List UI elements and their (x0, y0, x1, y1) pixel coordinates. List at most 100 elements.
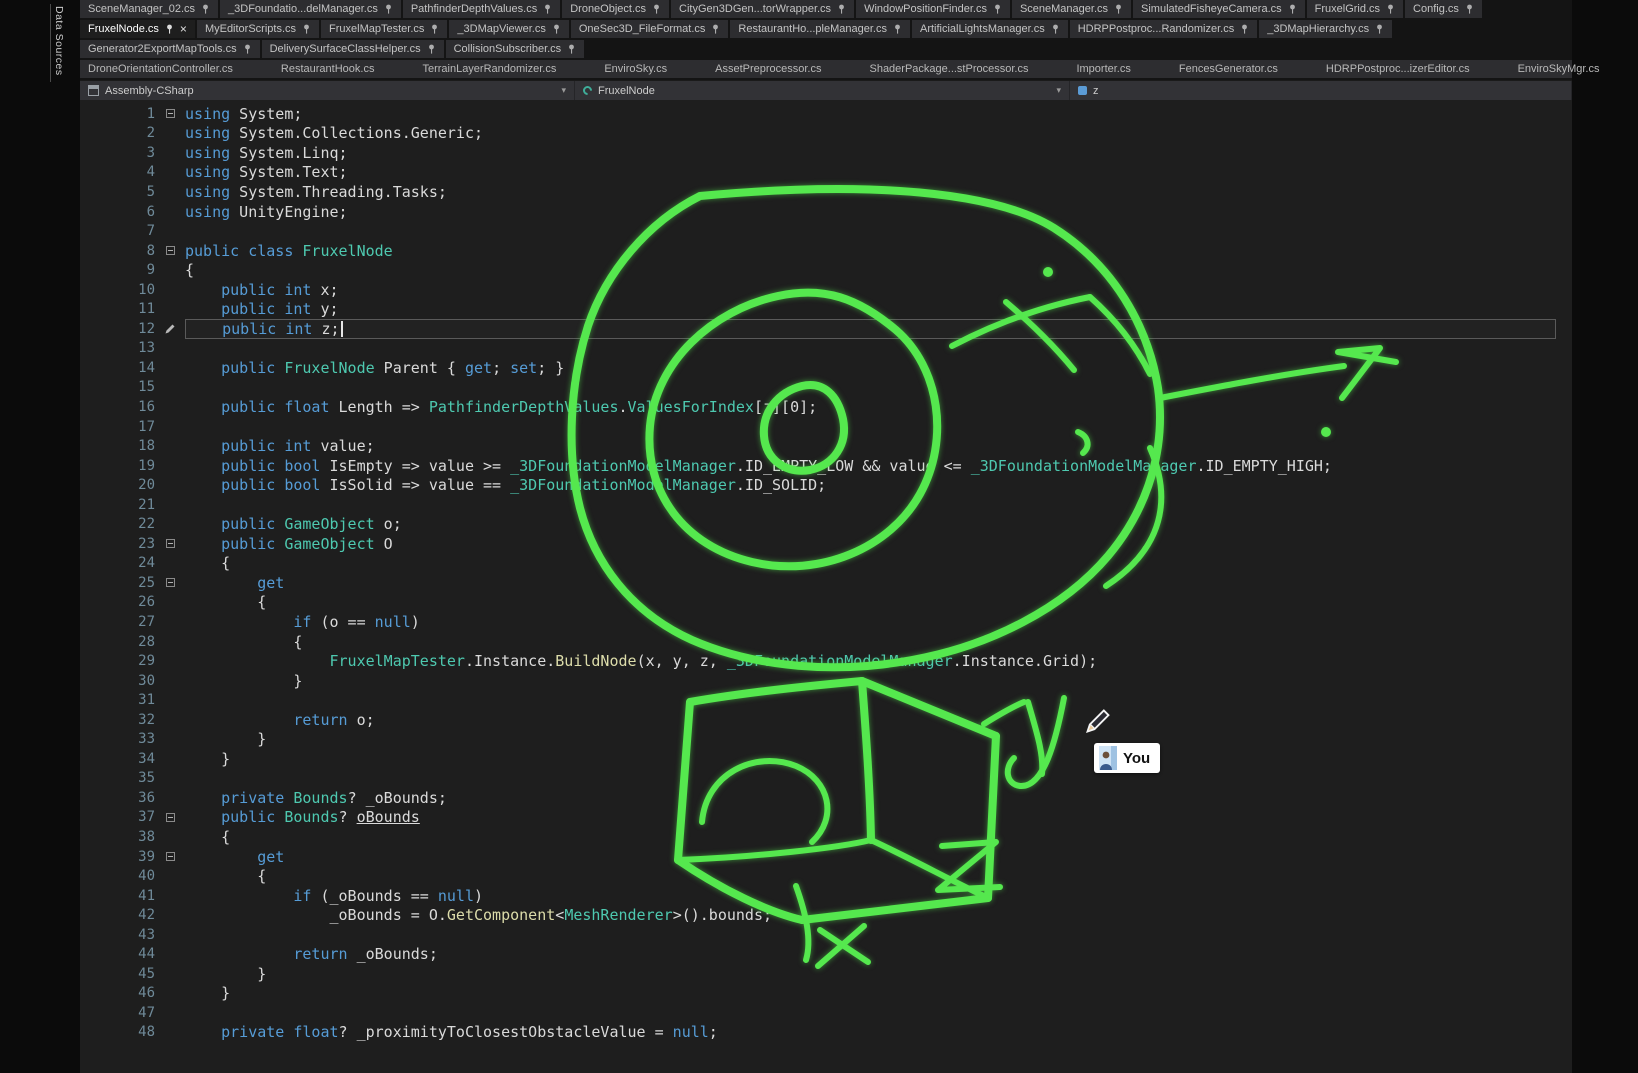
code-line[interactable]: 1using System; (80, 104, 1572, 124)
editor-tab[interactable]: Generator2ExportMapTools.cs (80, 40, 260, 58)
code-line[interactable]: 25 get (80, 573, 1572, 593)
code-line[interactable]: 35 (80, 769, 1572, 789)
fold-collapse-icon[interactable] (155, 852, 185, 861)
pin-icon (837, 4, 846, 15)
code-line[interactable]: 32 return o; (80, 710, 1572, 730)
code-line[interactable]: 23 public GameObject O (80, 534, 1572, 554)
code-line[interactable]: 28 { (80, 632, 1572, 652)
code-line[interactable]: 40 { (80, 866, 1572, 886)
editor-tab[interactable]: EnviroSky.cs (602, 60, 669, 78)
code-line[interactable]: 31 (80, 690, 1572, 710)
code-line[interactable]: 5using System.Threading.Tasks; (80, 182, 1572, 202)
editor-tab[interactable]: PathfinderDepthValues.cs (403, 0, 560, 18)
editor-tab[interactable]: TerrainLayerRandomizer.cs (420, 60, 558, 78)
type-dropdown[interactable]: FruxelNode ▾ (575, 81, 1070, 100)
code-line[interactable]: 18 public int value; (80, 436, 1572, 456)
chevron-down-icon[interactable]: ▾ (561, 85, 566, 96)
code-line[interactable]: 30 } (80, 671, 1572, 691)
editor-tab[interactable]: WindowPositionFinder.cs (856, 0, 1010, 18)
editor-tab[interactable]: FruxelGrid.cs (1307, 0, 1403, 18)
editor-tab[interactable]: Importer.cs (1074, 60, 1132, 78)
code-line[interactable]: 17 (80, 417, 1572, 437)
code-line[interactable]: 7 (80, 221, 1572, 241)
code-line[interactable]: 27 if (o == null) (80, 612, 1572, 632)
code-line[interactable]: 14 public FruxelNode Parent { get; set; … (80, 358, 1572, 378)
editor-tab[interactable]: CityGen3DGen...torWrapper.cs (671, 0, 854, 18)
code-line[interactable]: 38 { (80, 827, 1572, 847)
code-line[interactable]: 8public class FruxelNode (80, 241, 1572, 261)
fold-collapse-icon[interactable] (155, 539, 185, 548)
line-number: 44 (80, 946, 155, 962)
close-icon[interactable]: × (180, 23, 187, 35)
code-line[interactable]: 33 } (80, 730, 1572, 750)
code-line[interactable]: 10 public int x; (80, 280, 1572, 300)
editor-tab[interactable]: FencesGenerator.cs (1177, 60, 1280, 78)
code-line[interactable]: 34 } (80, 749, 1572, 769)
code-line[interactable]: 45 } (80, 964, 1572, 984)
code-line[interactable]: 44 return _oBounds; (80, 945, 1572, 965)
code-line[interactable]: 11 public int y; (80, 299, 1572, 319)
editor-tab[interactable]: ShaderPackage...stProcessor.cs (867, 60, 1030, 78)
fold-collapse-icon[interactable] (155, 109, 185, 118)
code-line[interactable]: 47 (80, 1003, 1572, 1023)
editor-tab[interactable]: _3DMapViewer.cs (449, 20, 568, 38)
code-line[interactable]: 37 public Bounds? oBounds (80, 808, 1572, 828)
code-line[interactable]: 36 private Bounds? _oBounds; (80, 788, 1572, 808)
code-line[interactable]: 48 private float? _proximityToClosestObs… (80, 1023, 1572, 1043)
code-line[interactable]: 20 public bool IsSolid => value == _3DFo… (80, 475, 1572, 495)
editor-tab[interactable]: ArtificialLightsManager.cs (912, 20, 1068, 38)
editor-tab[interactable]: HDRPPostproc...izerEditor.cs (1324, 60, 1472, 78)
editor-tab[interactable]: RestaurantHook.cs (279, 60, 377, 78)
code-line[interactable]: 6using UnityEngine; (80, 202, 1572, 222)
code-line[interactable]: 3using System.Linq; (80, 143, 1572, 163)
editor-tab[interactable]: EnviroSkyMgr.cs (1516, 60, 1602, 78)
member-dropdown[interactable]: z (1070, 81, 1572, 100)
code-line[interactable]: 16 public float Length => PathfinderDept… (80, 397, 1572, 417)
code-editor[interactable]: 1using System;2using System.Collections.… (80, 100, 1572, 1073)
code-line[interactable]: 9{ (80, 260, 1572, 280)
code-line[interactable]: 12 public int z; (80, 319, 1572, 339)
editor-tab[interactable]: FruxelMapTester.cs (321, 20, 447, 38)
line-number: 27 (80, 614, 155, 630)
code-line[interactable]: 2using System.Collections.Generic; (80, 124, 1572, 144)
editor-tab[interactable]: HDRPPostproc...Randomizer.cs (1070, 20, 1258, 38)
editor-tab[interactable]: _3DFoundatio...delManager.cs (220, 0, 401, 18)
code-line[interactable]: 42 _oBounds = O.GetComponent<MeshRendere… (80, 905, 1572, 925)
code-line[interactable]: 26 { (80, 593, 1572, 613)
editor-tab[interactable]: SimulatedFisheyeCamera.cs (1133, 0, 1305, 18)
editor-tab[interactable]: CollisionSubscriber.cs (446, 40, 585, 58)
editor-tab[interactable]: FruxelNode.cs× (80, 20, 195, 38)
editor-tab[interactable]: DeliverySurfaceClassHelper.cs (262, 40, 444, 58)
code-line[interactable]: 41 if (_oBounds == null) (80, 886, 1572, 906)
fold-collapse-icon[interactable] (155, 578, 185, 587)
code-line[interactable]: 15 (80, 378, 1572, 398)
editor-tab[interactable]: OneSec3D_FileFormat.cs (571, 20, 729, 38)
pin-icon (201, 4, 210, 15)
chevron-down-icon[interactable]: ▾ (1056, 85, 1061, 96)
editor-tab[interactable]: DroneObject.cs (562, 0, 669, 18)
code-line[interactable]: 4using System.Text; (80, 163, 1572, 183)
editor-tab[interactable]: DroneOrientationController.cs (86, 60, 235, 78)
line-number: 43 (80, 927, 155, 943)
navigation-bar: Assembly-CSharp ▾ FruxelNode ▾ z (80, 80, 1572, 100)
project-dropdown[interactable]: Assembly-CSharp ▾ (80, 81, 575, 100)
code-line[interactable]: 29 FruxelMapTester.Instance.BuildNode(x,… (80, 651, 1572, 671)
editor-tab[interactable]: SceneManager_02.cs (80, 0, 218, 18)
code-line[interactable]: 19 public bool IsEmpty => value >= _3DFo… (80, 456, 1572, 476)
code-line[interactable]: 43 (80, 925, 1572, 945)
code-line[interactable]: 46 } (80, 984, 1572, 1004)
code-line[interactable]: 13 (80, 339, 1572, 359)
editor-tab[interactable]: RestaurantHo...pleManager.cs (730, 20, 910, 38)
code-line[interactable]: 39 get (80, 847, 1572, 867)
code-line[interactable]: 22 public GameObject o; (80, 514, 1572, 534)
editor-tab[interactable]: SceneManager.cs (1012, 0, 1131, 18)
code-line[interactable]: 24 { (80, 554, 1572, 574)
editor-tab[interactable]: Config.cs (1405, 0, 1482, 18)
data-sources-vertical-tab[interactable]: Data Sources (50, 4, 67, 82)
code-line[interactable]: 21 (80, 495, 1572, 515)
editor-tab[interactable]: MyEditorScripts.cs (197, 20, 319, 38)
editor-tab[interactable]: AssetPreprocessor.cs (713, 60, 823, 78)
editor-tab[interactable]: _3DMapHierarchy.cs (1259, 20, 1392, 38)
fold-collapse-icon[interactable] (155, 813, 185, 822)
fold-collapse-icon[interactable] (155, 246, 185, 255)
